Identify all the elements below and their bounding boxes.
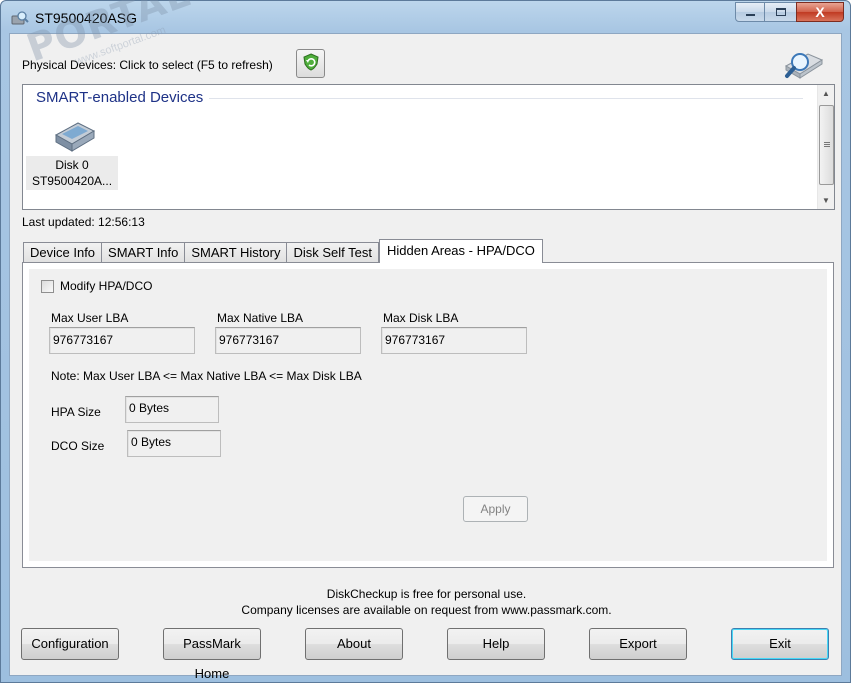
app-icon	[11, 10, 29, 26]
magnifier-logo-icon	[782, 46, 826, 82]
max-native-lba-label: Max Native LBA	[217, 311, 304, 325]
export-button[interactable]: Export	[589, 628, 687, 660]
tab-strip: Device Info SMART Info SMART History Dis…	[23, 239, 543, 263]
max-disk-lba-label: Max Disk LBA	[383, 311, 459, 325]
refresh-button[interactable]	[296, 49, 325, 78]
max-native-lba-field: 976773167	[215, 327, 361, 354]
device-model: ST9500420A...	[31, 174, 113, 188]
lba-note: Note: Max User LBA <= Max Native LBA <= …	[51, 369, 362, 383]
maximize-button[interactable]	[764, 2, 797, 22]
hpa-size-field: 0 Bytes	[125, 396, 219, 423]
scroll-up-icon[interactable]: ▲	[818, 85, 834, 102]
help-button[interactable]: Help	[447, 628, 545, 660]
close-button[interactable]: X	[796, 2, 844, 22]
dco-size-label: DCO Size	[51, 439, 105, 453]
hard-disk-icon	[52, 115, 98, 155]
scroll-thumb[interactable]	[819, 105, 834, 185]
title-bar[interactable]: ST9500420ASG X	[1, 1, 850, 33]
window-title: ST9500420ASG	[35, 10, 137, 26]
about-button[interactable]: About	[305, 628, 403, 660]
modify-hpa-label: Modify HPA/DCO	[60, 279, 153, 293]
free-use-notice: DiskCheckup is free for personal use.	[326, 587, 527, 601]
maximize-icon	[775, 8, 786, 16]
license-notice: Company licenses are available on reques…	[241, 603, 612, 617]
max-user-lba-field: 976773167	[49, 327, 195, 354]
max-user-lba-label: Max User LBA	[51, 311, 129, 325]
modify-hpa-checkbox[interactable]	[41, 279, 54, 293]
group-header: SMART-enabled Devices	[36, 89, 204, 106]
max-disk-lba-field: 976773167	[381, 327, 527, 354]
tab-hidden-areas[interactable]: Hidden Areas - HPA/DCO	[378, 239, 543, 263]
main-panel: Physical Devices: Click to select (F5 to…	[9, 33, 842, 681]
last-updated-text: Last updated: 12:56:13	[22, 215, 145, 229]
hpa-size-label: HPA Size	[51, 405, 101, 419]
physical-devices-label: Physical Devices: Click to select (F5 to…	[22, 58, 273, 72]
tab-device-info[interactable]: Device Info	[23, 242, 103, 263]
modify-hpa-dco[interactable]: Modify HPA/DCO	[41, 279, 152, 293]
device-item[interactable]: Disk 0 ST9500420A...	[26, 107, 118, 191]
minimize-button[interactable]	[735, 2, 765, 22]
dco-size-field: 0 Bytes	[127, 430, 221, 457]
tab-smart-history[interactable]: SMART History	[184, 242, 288, 263]
hidden-areas-content: Modify HPA/DCO Max User LBA 976773167 Ma…	[29, 269, 827, 561]
hidden-areas-panel: Modify HPA/DCO Max User LBA 976773167 Ma…	[22, 262, 834, 568]
window-controls: X	[735, 2, 844, 22]
close-icon: X	[815, 4, 825, 20]
tab-smart-info[interactable]: SMART Info	[101, 242, 186, 263]
passmark-home-button[interactable]: PassMark Home	[163, 628, 261, 681]
tab-disk-self-test[interactable]: Disk Self Test	[286, 242, 379, 263]
configuration-button[interactable]: Configuration	[21, 628, 119, 660]
scroll-down-icon[interactable]: ▼	[818, 192, 834, 209]
device-label: Disk 0 ST9500420A...	[26, 156, 118, 190]
device-list[interactable]: SMART-enabled Devices Disk 0 ST9500420A.…	[22, 84, 835, 210]
exit-button[interactable]: Exit	[731, 628, 829, 660]
apply-button[interactable]: Apply	[463, 496, 528, 522]
device-name: Disk 0	[55, 158, 89, 172]
minimize-icon	[745, 14, 755, 16]
refresh-shield-icon	[302, 53, 320, 74]
group-divider	[209, 98, 803, 99]
app-window: ST9500420ASG X Physical Devices: Click t…	[0, 0, 851, 683]
device-list-scrollbar[interactable]: ▲ ▼	[817, 85, 834, 209]
